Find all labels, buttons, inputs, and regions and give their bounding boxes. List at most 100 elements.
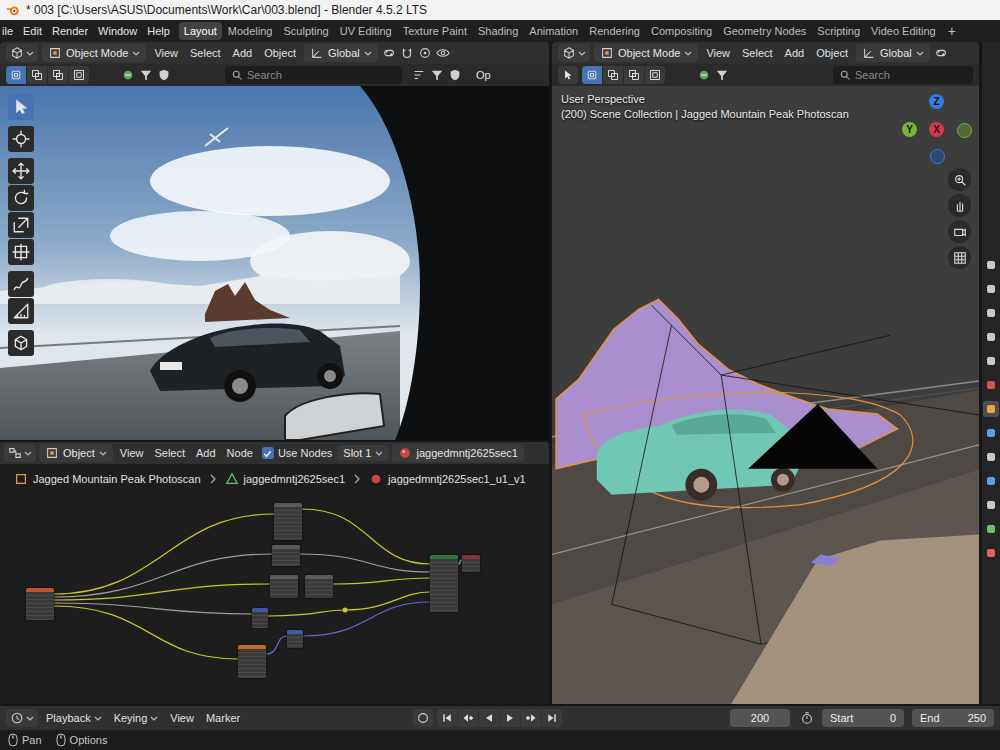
- properties-tab[interactable]: [983, 473, 999, 489]
- tool-button[interactable]: [8, 126, 34, 152]
- negative-z-axis-handle[interactable]: [930, 149, 945, 164]
- playback-button[interactable]: [542, 709, 562, 727]
- shader-node[interactable]: [462, 555, 480, 572]
- tool-button[interactable]: [8, 212, 34, 238]
- timeline-menu[interactable]: Playback: [42, 710, 106, 726]
- navigation-button[interactable]: [948, 220, 971, 243]
- search-field[interactable]: Search: [833, 66, 973, 84]
- shader-node[interactable]: [274, 503, 302, 540]
- properties-tab[interactable]: [983, 545, 999, 561]
- add-workspace-button[interactable]: +: [942, 23, 962, 39]
- select-mode-button[interactable]: [582, 66, 602, 84]
- axis-handle[interactable]: Y: [902, 122, 917, 137]
- filter-icon[interactable]: [715, 68, 729, 82]
- current-frame-field[interactable]: 200: [730, 709, 790, 727]
- workspace-tab[interactable]: Sculpting: [278, 22, 333, 40]
- funnel-icon[interactable]: [430, 68, 444, 82]
- workspace-tab[interactable]: Animation: [524, 22, 583, 40]
- proportional-edit-icon[interactable]: [418, 46, 432, 60]
- workspace-tab[interactable]: Shading: [473, 22, 523, 40]
- checkbox-box[interactable]: [262, 447, 274, 459]
- shader-node[interactable]: [26, 588, 54, 620]
- shader-node[interactable]: [238, 645, 266, 678]
- mode-dropdown[interactable]: Object Mode: [42, 44, 146, 62]
- slot-dropdown[interactable]: Slot 1: [337, 445, 389, 461]
- breadcrumb-item[interactable]: Jagged Mountain Peak Photoscan: [33, 473, 201, 485]
- properties-tab[interactable]: [983, 281, 999, 297]
- properties-tab[interactable]: [983, 401, 999, 417]
- pivot-icon[interactable]: [382, 46, 396, 60]
- breadcrumb-item[interactable]: jaggedmntj2625sec1_u1_v1: [388, 473, 526, 485]
- properties-tab[interactable]: [983, 329, 999, 345]
- workspace-tab[interactable]: Layout: [179, 22, 222, 40]
- workspace-tab[interactable]: UV Editing: [335, 22, 397, 40]
- overlay-icon[interactable]: [157, 68, 171, 82]
- header-menu[interactable]: Select: [186, 45, 225, 61]
- object-types-icon[interactable]: [121, 68, 135, 82]
- navigation-button[interactable]: [948, 246, 971, 269]
- header-menu[interactable]: View: [116, 445, 148, 461]
- playback-button[interactable]: [500, 709, 520, 727]
- timeline-menu[interactable]: Marker: [202, 710, 244, 726]
- header-menu[interactable]: Add: [192, 445, 220, 461]
- menu-item[interactable]: Render: [47, 23, 93, 39]
- end-frame-field[interactable]: End250: [912, 709, 994, 727]
- tool-button[interactable]: [8, 239, 34, 265]
- header-menu[interactable]: Add: [781, 45, 809, 61]
- record-button[interactable]: [413, 709, 433, 727]
- menu-item[interactable]: Edit: [18, 23, 47, 39]
- properties-tab[interactable]: [983, 257, 999, 273]
- shader-node[interactable]: [287, 630, 303, 648]
- snap-magnet-icon[interactable]: [400, 46, 414, 60]
- tool-button[interactable]: [8, 94, 34, 120]
- select-mode-button[interactable]: [624, 66, 644, 84]
- axis-handle[interactable]: X: [929, 122, 944, 137]
- select-mode-button[interactable]: [27, 66, 47, 84]
- node-canvas[interactable]: Jagged Mountain Peak Photoscan jaggedmntj…: [0, 464, 549, 704]
- workspace-tab[interactable]: Geometry Nodes: [718, 22, 811, 40]
- editor-type-button[interactable]: [558, 44, 590, 62]
- menu-item[interactable]: ile: [0, 23, 18, 39]
- orientation-dropdown[interactable]: Global: [856, 44, 930, 62]
- properties-tab[interactable]: [983, 353, 999, 369]
- material-dropdown[interactable]: jaggedmntj2625sec1: [392, 444, 524, 462]
- shader-node[interactable]: [252, 608, 268, 628]
- properties-tab[interactable]: [983, 449, 999, 465]
- search-field[interactable]: Search: [225, 66, 402, 84]
- header-menu[interactable]: Select: [150, 445, 189, 461]
- shader-node[interactable]: [305, 575, 333, 598]
- playback-button[interactable]: [521, 709, 541, 727]
- negative-y-axis-handle[interactable]: [957, 123, 972, 138]
- timeline-menu[interactable]: Keying: [110, 710, 163, 726]
- options-menu[interactable]: Op: [476, 69, 491, 81]
- tool-button[interactable]: [8, 271, 34, 297]
- tool-button[interactable]: [8, 185, 34, 211]
- header-menu[interactable]: Node: [223, 445, 257, 461]
- properties-tab[interactable]: [983, 497, 999, 513]
- start-frame-field[interactable]: Start0: [822, 709, 904, 727]
- sort-icon[interactable]: [412, 68, 426, 82]
- navigation-button[interactable]: [948, 194, 971, 217]
- header-menu[interactable]: Object: [260, 45, 300, 61]
- workspace-tab[interactable]: Texture Paint: [398, 22, 472, 40]
- properties-tab[interactable]: [983, 305, 999, 321]
- active-tool-button[interactable]: [558, 66, 578, 84]
- header-menu[interactable]: View: [702, 45, 734, 61]
- workspace-tab[interactable]: Modeling: [223, 22, 278, 40]
- playback-button[interactable]: [458, 709, 478, 727]
- select-mode-button[interactable]: [603, 66, 623, 84]
- editor-type-button[interactable]: [6, 44, 38, 62]
- shader-node[interactable]: [272, 545, 300, 566]
- navigation-button[interactable]: [948, 168, 971, 191]
- pivot-icon[interactable]: [934, 46, 948, 60]
- tool-button[interactable]: [8, 298, 34, 324]
- editor-type-button[interactable]: [6, 709, 38, 727]
- shield-icon[interactable]: [448, 68, 462, 82]
- header-menu[interactable]: Add: [229, 45, 257, 61]
- select-mode-button[interactable]: [48, 66, 68, 84]
- tool-button[interactable]: [8, 330, 34, 356]
- properties-tab[interactable]: [983, 425, 999, 441]
- shader-node[interactable]: [430, 555, 458, 612]
- workspace-tab[interactable]: Scripting: [812, 22, 865, 40]
- properties-tab[interactable]: [983, 377, 999, 393]
